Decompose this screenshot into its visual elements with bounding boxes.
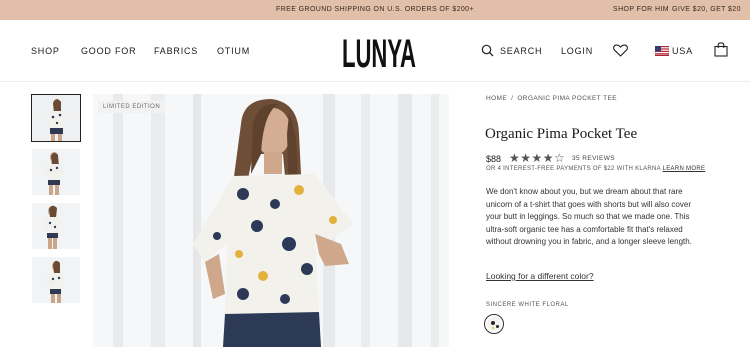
klarna-payments: OR 4 INTEREST-FREE PAYMENTS OF $22 WITH … [486, 166, 705, 172]
klarna-text: OR 4 INTEREST-FREE PAYMENTS OF $22 WITH … [486, 166, 661, 172]
shopping-bag-icon[interactable] [714, 42, 728, 57]
reviews-link[interactable]: 35 REVIEWS [572, 155, 615, 162]
nav-fabrics[interactable]: FABRICS [154, 46, 198, 56]
model-photo [93, 94, 449, 347]
thumbnail-image [32, 149, 80, 195]
site-header: SHOP GOOD FOR FABRICS OTIUM LUNYA SEARCH… [0, 20, 750, 82]
klarna-learn-more-link[interactable]: LEARN MORE [663, 166, 706, 172]
shop-for-him-link[interactable]: SHOP FOR HIM [613, 6, 669, 13]
search-button[interactable]: SEARCH [500, 46, 542, 56]
product-main-image[interactable]: LIMITED EDITION [93, 94, 449, 347]
nav-shop[interactable]: SHOP [31, 46, 60, 56]
thumbnail-image [32, 203, 80, 249]
breadcrumb-current: ORGANIC PIMA POCKET TEE [517, 95, 617, 102]
color-swatch-sincere-white-floral[interactable] [484, 314, 504, 334]
thumbnail-2[interactable] [32, 149, 80, 195]
search-icon[interactable] [481, 44, 494, 57]
thumbnail-image [32, 95, 80, 141]
logo-text: LUNYA [342, 32, 416, 72]
different-color-link[interactable]: Looking for a different color? [486, 271, 594, 281]
thumbnail-image [32, 257, 80, 303]
breadcrumb-separator: / [511, 95, 514, 102]
us-flag-icon[interactable] [655, 46, 669, 56]
limited-edition-badge: LIMITED EDITION [98, 101, 166, 113]
product-description: We don't know about you, but we dream ab… [486, 187, 692, 247]
thumbnail-3[interactable] [32, 203, 80, 249]
lunya-logo[interactable]: LUNYA [341, 28, 417, 72]
rating-stars[interactable]: ★★★★☆ [509, 151, 565, 165]
nav-otium[interactable]: OTIUM [217, 46, 250, 56]
country-selector[interactable]: USA [672, 46, 693, 56]
swatch-pattern [487, 317, 501, 331]
selected-color-name: SINCERE WHITE FLORAL [486, 302, 569, 308]
nav-good-for[interactable]: GOOD FOR [81, 46, 136, 56]
thumbnail-4[interactable] [32, 257, 80, 303]
login-link[interactable]: LOGIN [561, 46, 593, 56]
product-price: $88 [486, 154, 502, 164]
heart-icon[interactable] [613, 44, 628, 57]
breadcrumb-home[interactable]: HOME [486, 95, 507, 102]
give-get-link[interactable]: GIVE $20, GET $20 [672, 6, 741, 13]
product-title: Organic Pima Pocket Tee [485, 126, 638, 142]
promo-bar: FREE GROUND SHIPPING ON U.S. ORDERS OF $… [0, 0, 750, 20]
thumbnail-1[interactable] [31, 94, 81, 142]
breadcrumb: HOME / ORGANIC PIMA POCKET TEE [486, 95, 621, 102]
